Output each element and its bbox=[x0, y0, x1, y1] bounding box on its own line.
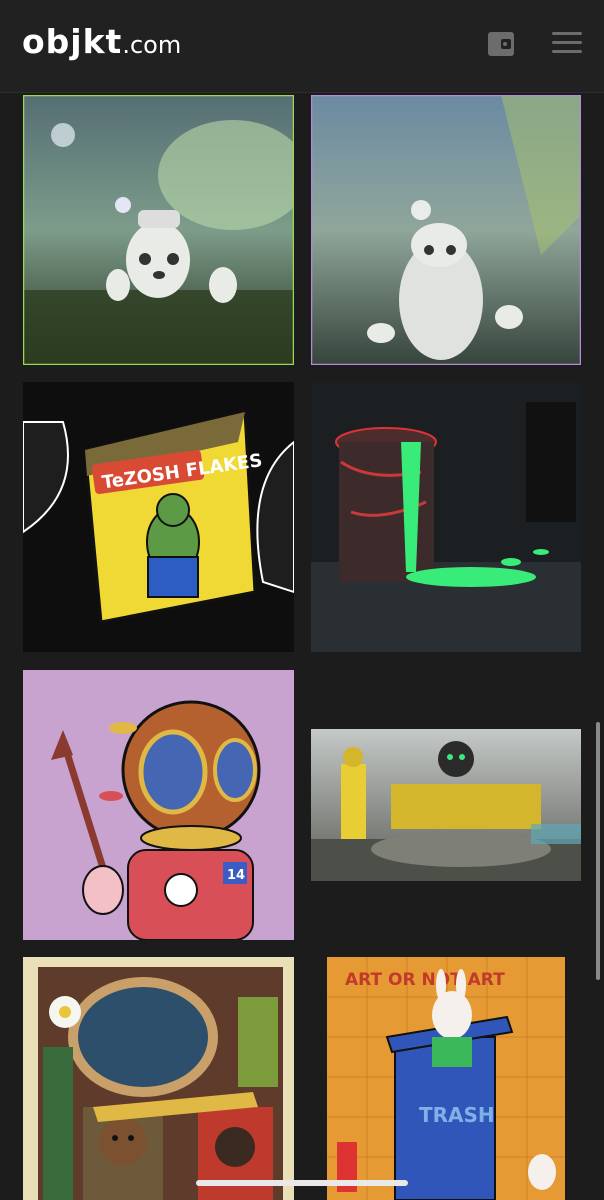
trash-text: TRASH bbox=[419, 1103, 495, 1127]
nft-card-collage-bear[interactable] bbox=[23, 957, 294, 1200]
nft-card-diver-helmet[interactable]: 14 bbox=[23, 670, 294, 940]
nft-card-tezosh-flakes[interactable]: TeZOSH FLAKES bbox=[23, 382, 294, 652]
nft-card-yellow-robot-junkyard[interactable] bbox=[311, 729, 581, 881]
wallet-icon[interactable] bbox=[487, 31, 515, 57]
home-indicator-bar[interactable] bbox=[196, 1180, 408, 1186]
objkt-logo[interactable]: objkt.com bbox=[22, 22, 181, 61]
top-nav-bar: objkt.com bbox=[0, 0, 604, 93]
art-or-not-art-text: ART OR NOT ART bbox=[345, 970, 505, 990]
vertical-scrollbar[interactable] bbox=[596, 722, 600, 980]
diver-badge-number: 14 bbox=[227, 868, 245, 883]
nft-card-robot-swamp-2[interactable] bbox=[311, 95, 581, 365]
logo-main-text: objkt bbox=[22, 22, 123, 61]
nft-card-robot-swamp-1[interactable] bbox=[23, 95, 294, 365]
nft-card-bunny-trash-bin[interactable]: ART OR NOT ART TRASH bbox=[327, 957, 565, 1200]
logo-suffix-text: .com bbox=[122, 31, 182, 59]
hamburger-menu-icon[interactable] bbox=[552, 32, 582, 54]
nft-card-slime-trash-can[interactable] bbox=[311, 382, 581, 652]
